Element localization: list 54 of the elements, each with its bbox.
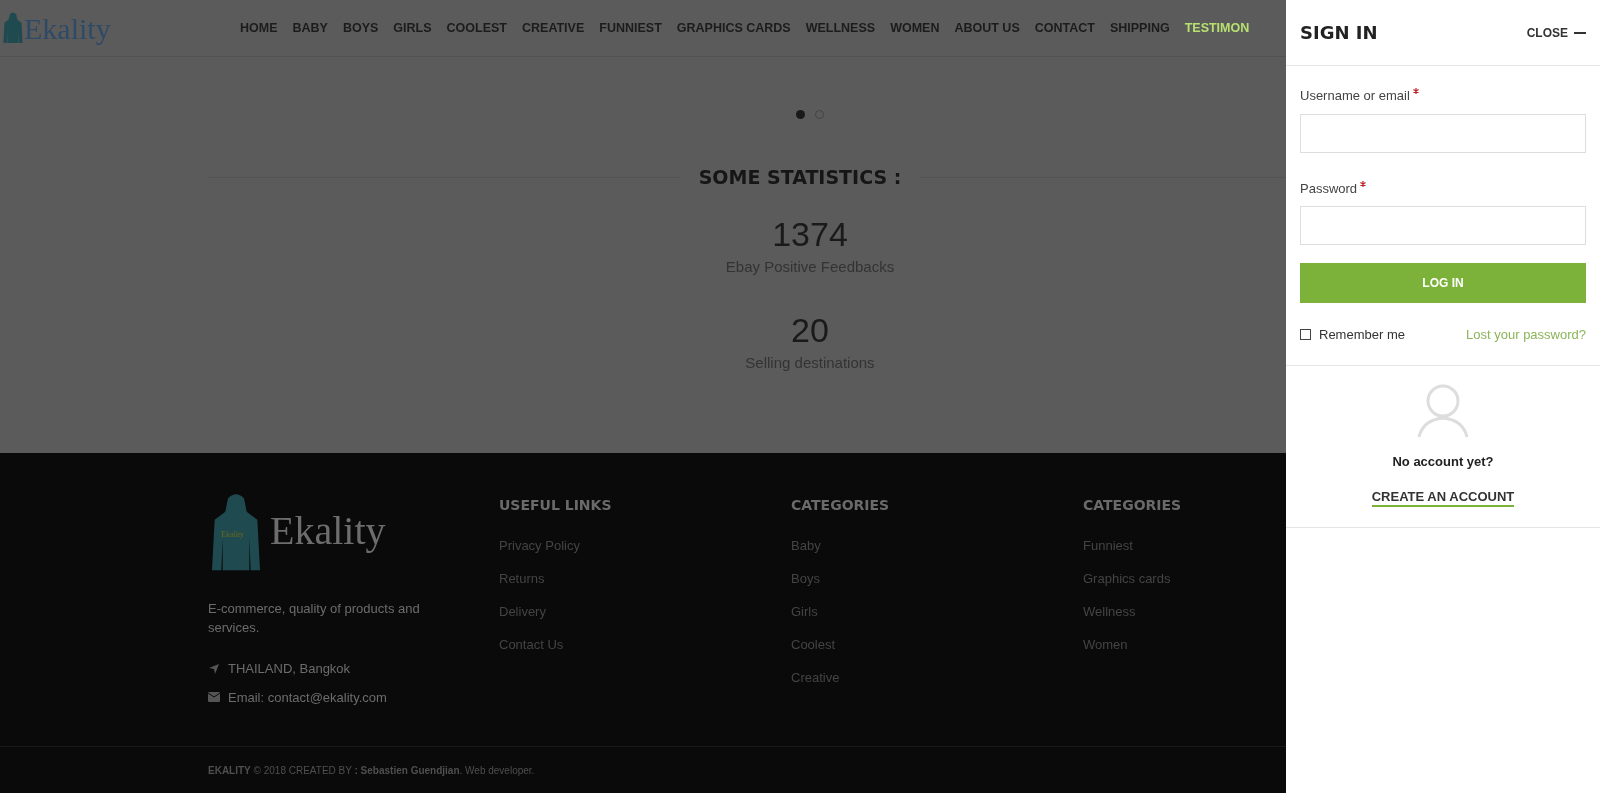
dash-icon	[1574, 31, 1586, 34]
nav-link[interactable]: GIRLS	[393, 18, 432, 38]
nav-link[interactable]: BABY	[292, 18, 328, 38]
nav-link[interactable]: BOYS	[342, 18, 379, 38]
logo-badge-text: Ekality	[221, 529, 245, 541]
footer-heading: USEFUL LINKS	[499, 496, 613, 515]
footer-logo[interactable]: Ekality	[270, 511, 386, 551]
stat-number: 1374	[772, 213, 848, 254]
panel-title: SIGN IN	[1300, 21, 1378, 45]
footer-link[interactable]: Funniest	[1083, 536, 1133, 555]
field-label: Password	[1300, 179, 1358, 198]
footer-link[interactable]: Coolest	[791, 635, 836, 654]
input-field[interactable]	[1300, 113, 1586, 153]
nav-link[interactable]: FUNNIEST	[599, 18, 662, 38]
close-button[interactable]: CLOSE	[1526, 23, 1586, 42]
footer-link[interactable]: Women	[1083, 635, 1128, 654]
lost-password-link[interactable]: Lost your password?	[1466, 325, 1586, 345]
nav-link[interactable]: COOLEST	[446, 18, 507, 38]
footer-link[interactable]: Boys	[791, 569, 820, 588]
footer-link[interactable]: Privacy Policy	[499, 536, 580, 555]
footer-link[interactable]: Graphics cards	[1083, 569, 1171, 588]
footer-link[interactable]: Returns	[499, 569, 545, 588]
input-field[interactable]	[1300, 206, 1586, 245]
footer-link[interactable]: Wellness	[1083, 602, 1136, 621]
nav-link[interactable]: CREATIVE	[522, 18, 585, 38]
create-account-link[interactable]: CREATE AN ACCOUNT	[1371, 488, 1515, 507]
nav-link[interactable]: GRAPHICS CARDS	[676, 18, 791, 38]
footer-tagline: E-commerce, quality of products and services.	[208, 600, 421, 637]
envelope-icon	[208, 692, 220, 703]
footer-heading: CATEGORIES	[791, 496, 891, 515]
nav-link[interactable]: SHIPPING	[1109, 18, 1170, 38]
login-button[interactable]: LOG IN	[1300, 263, 1586, 303]
footer-heading: CATEGORIES	[1083, 496, 1183, 515]
section-title: SOME STATISTICS :	[698, 165, 902, 190]
nav-link[interactable]: CONTACT	[1034, 18, 1095, 38]
nav-link[interactable]: WOMEN	[890, 18, 940, 38]
footer-address: THAILAND, Bangkok	[228, 660, 351, 678]
footer-link[interactable]: Girls	[791, 602, 818, 621]
location-arrow-icon	[208, 662, 220, 675]
field-label: Username or email	[1300, 87, 1410, 105]
footer-link[interactable]: Baby	[791, 536, 821, 555]
hoodie-icon	[2, 12, 24, 44]
nav-link[interactable]: HOME	[240, 18, 278, 38]
footer-link[interactable]: Delivery	[499, 602, 546, 621]
copyright-text: EKALITY © 2018 CREATED BY : Sebastien Guendjian. Web developer.	[208, 763, 535, 778]
nav-link[interactable]: WELLNESS	[805, 18, 876, 38]
no-account-text: No account yet?	[1392, 452, 1494, 471]
nav-link[interactable]: ABOUT US	[954, 18, 1020, 38]
footer-email: Email: contact@ekality.com	[228, 688, 387, 707]
user-icon	[1417, 383, 1469, 438]
footer-link[interactable]: Creative	[791, 668, 840, 687]
stat-number: 20	[791, 310, 829, 350]
nav-link[interactable]: TESTIMON	[1184, 18, 1250, 38]
remember-checkbox[interactable]: Remember me	[1300, 325, 1405, 345]
